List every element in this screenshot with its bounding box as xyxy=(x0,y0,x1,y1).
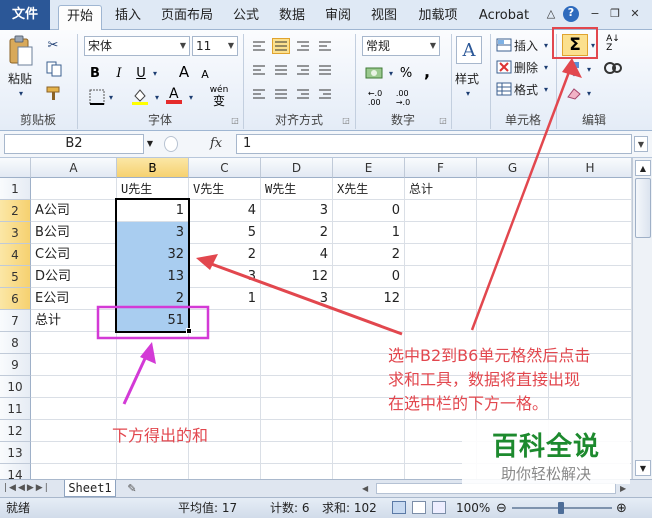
callout-sum-label: 下方得出的和 xyxy=(112,426,209,445)
callout-line-2: 求和工具，数据将直接出现 xyxy=(388,370,581,389)
callout-line-3: 在选中栏的下方一格。 xyxy=(388,394,549,413)
watermark-title: 百科全说 xyxy=(491,432,600,462)
sum-result-box xyxy=(96,305,210,340)
arrow-to-autosum xyxy=(470,63,574,331)
autosum-highlight-box xyxy=(552,27,598,59)
watermark: 百科全说 助你轻松解决 xyxy=(462,420,630,484)
callout-line-1: 选中B2到B6单元格然后点击 xyxy=(388,346,591,365)
arrow-to-selection xyxy=(205,260,403,336)
excel-window: 文件 开始 插入 页面布局 公式 数据 审阅 视图 加载项 Acrobat △ … xyxy=(0,0,652,518)
arrow-to-sum xyxy=(122,351,150,405)
arrowhead-autosum xyxy=(562,58,582,78)
watermark-subtitle: 助你轻松解决 xyxy=(500,465,591,483)
arrowhead-selection xyxy=(196,254,218,270)
